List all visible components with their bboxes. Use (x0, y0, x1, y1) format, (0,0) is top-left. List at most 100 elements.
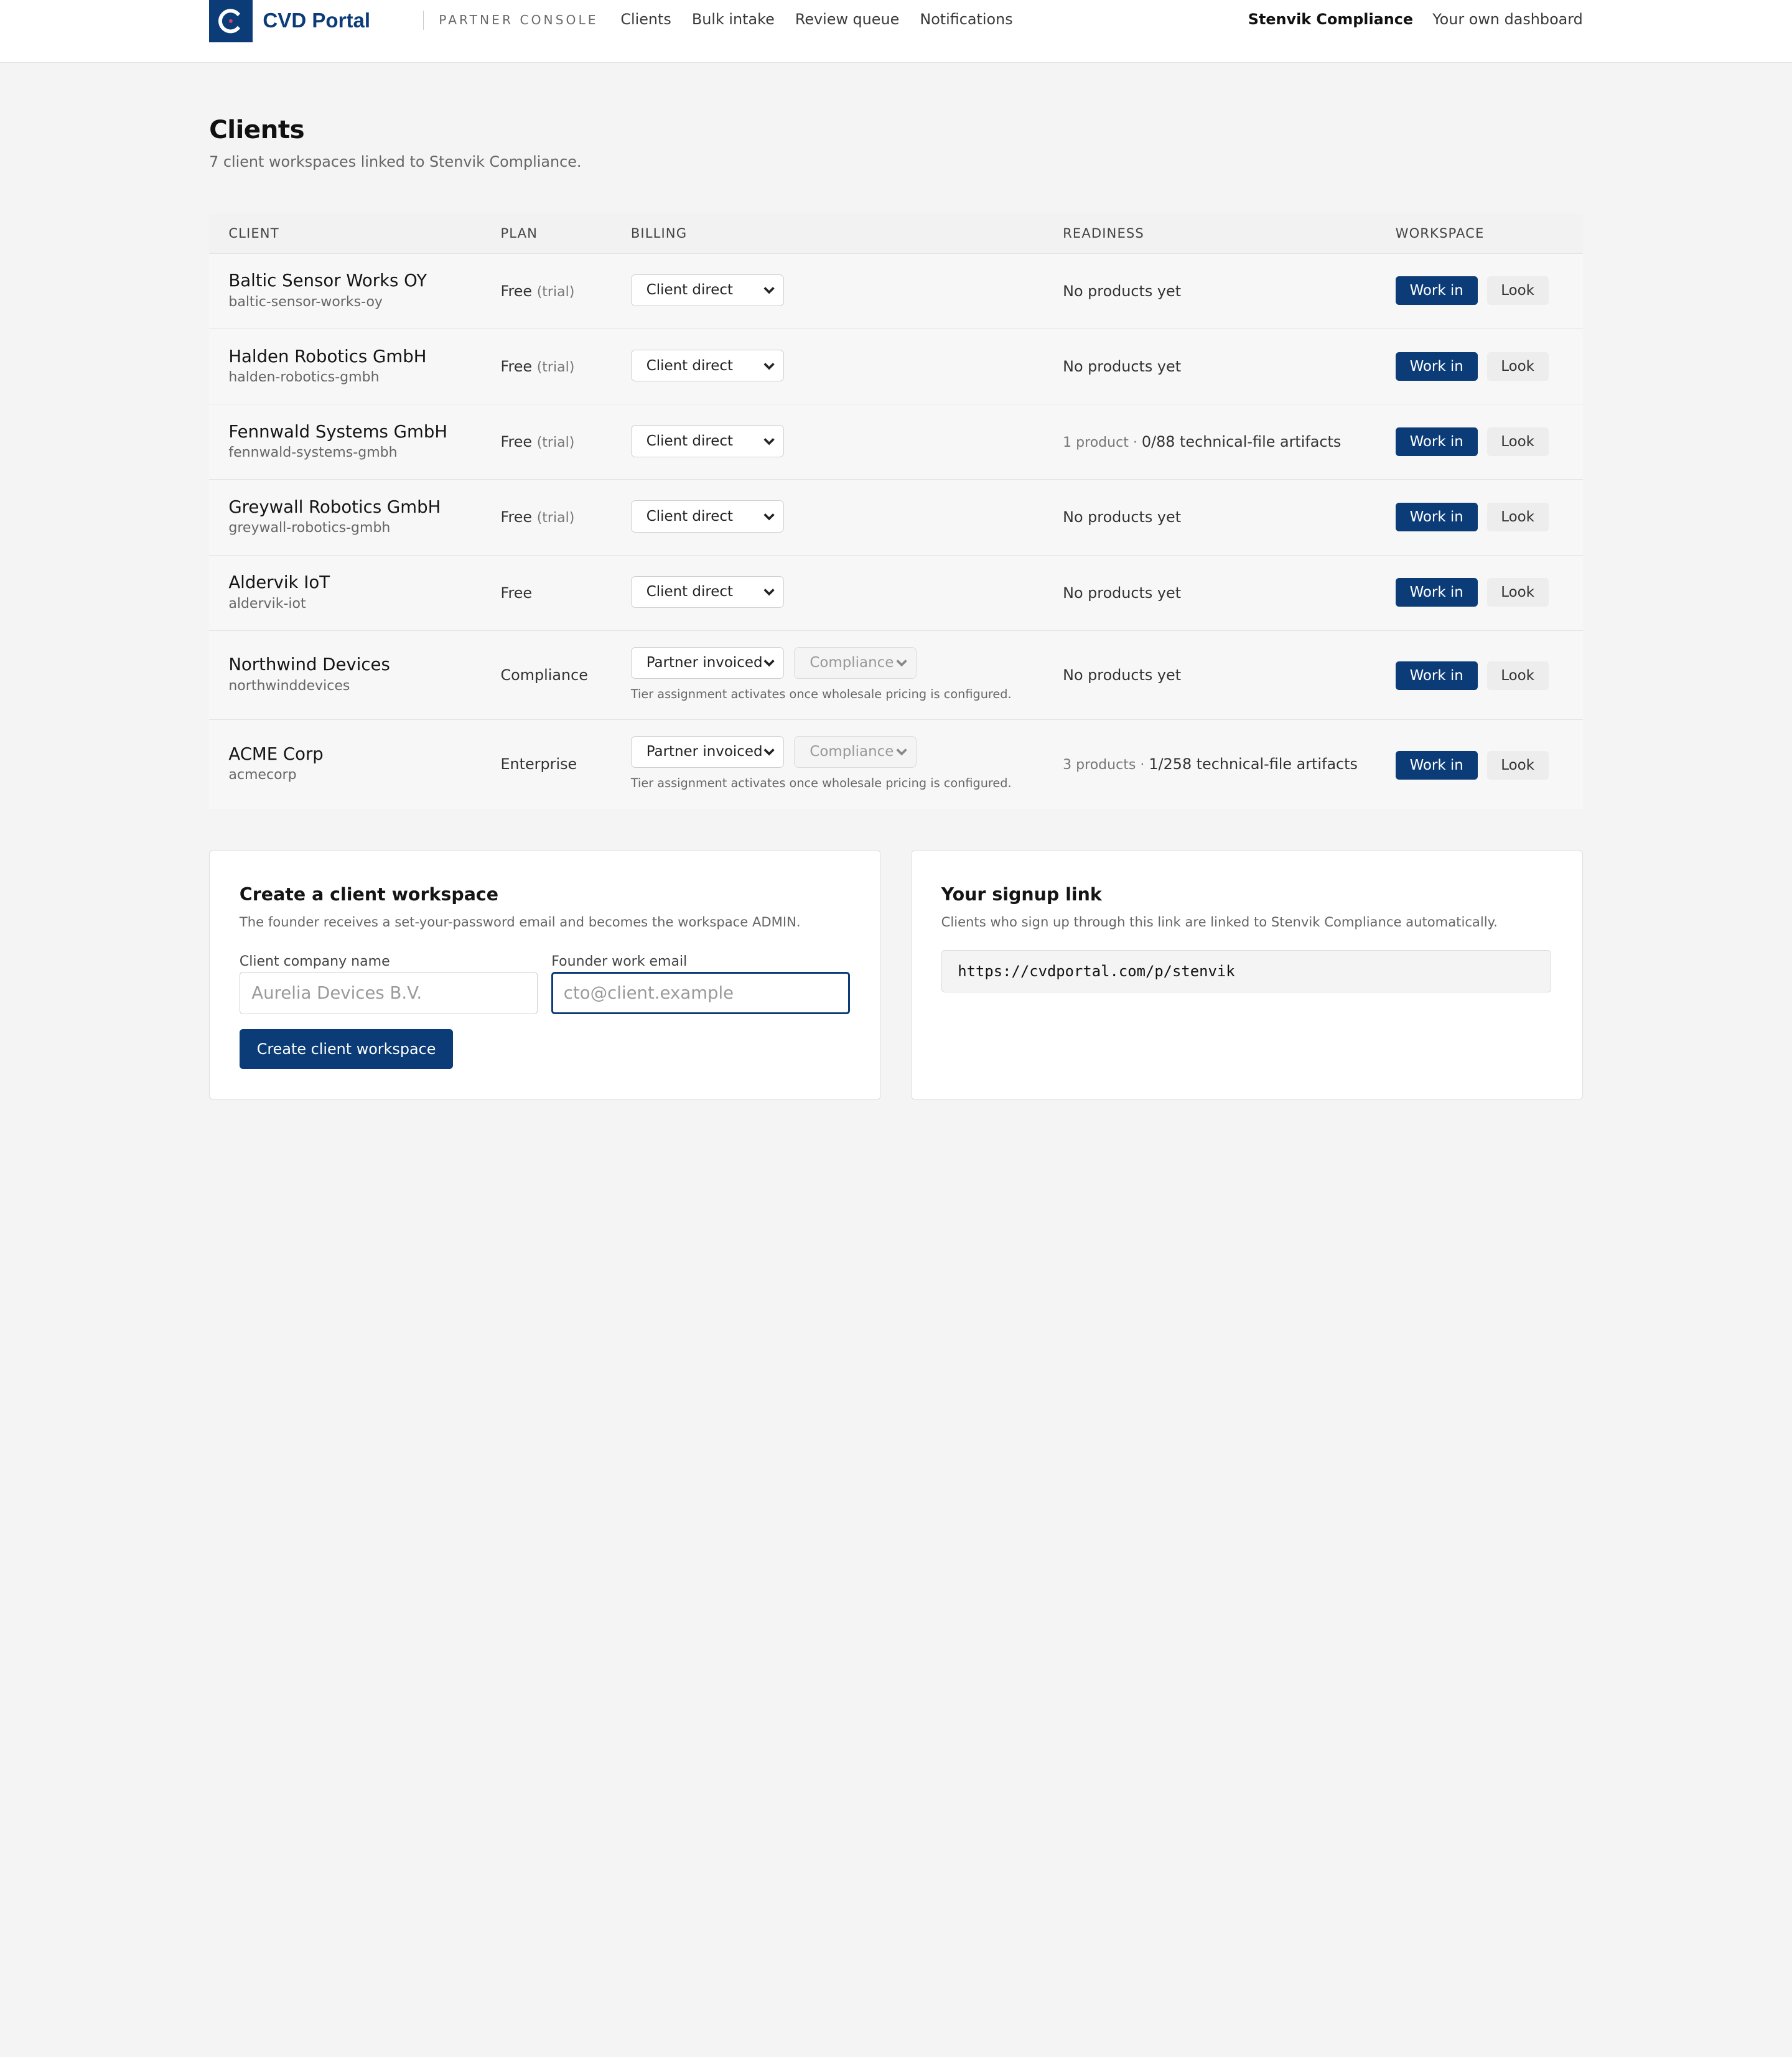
column-header-client: CLIENT (228, 225, 279, 241)
nav-review-queue[interactable]: Review queue (795, 11, 899, 28)
org-name[interactable]: Stenvik Compliance (1248, 11, 1413, 28)
nav-notifications[interactable]: Notifications (920, 11, 1012, 28)
readiness-cell: No products yet (1063, 508, 1181, 526)
brand-logo[interactable]: CVD Portal (209, 0, 370, 42)
billing-cell: Client direct (630, 500, 784, 533)
billing-select[interactable]: Client direct (630, 425, 784, 457)
plan-note: (trial) (536, 510, 575, 526)
signup-link-field[interactable]: https://cvdportal.com/p/stenvik (941, 950, 1552, 993)
readiness-cell: 3 products · 1/258 technical-file artifa… (1063, 755, 1358, 773)
plan-name: Free (500, 508, 533, 526)
workspace-cell: Work in Look (1395, 578, 1549, 607)
client-name: Fennwald Systems GmbH (228, 421, 448, 442)
client-name: Northwind Devices (228, 655, 390, 675)
create-workspace-button[interactable]: Create client workspace (239, 1029, 454, 1070)
look-button[interactable]: Look (1486, 276, 1549, 306)
signup-link-title: Your signup link (941, 884, 1102, 905)
readiness-status: No products yet (1063, 282, 1182, 300)
main-nav: Clients Bulk intake Review queue Notific… (620, 11, 1012, 28)
plan-cell: Free (trial) (500, 358, 574, 375)
nav-clients[interactable]: Clients (620, 11, 671, 28)
billing-select[interactable]: Client direct (630, 274, 784, 307)
look-button[interactable]: Look (1486, 427, 1549, 456)
work-in-button[interactable]: Work in (1395, 503, 1478, 532)
look-button[interactable]: Look (1486, 750, 1549, 780)
plan-name: Compliance (500, 666, 588, 684)
company-name-label: Client company name (239, 953, 390, 969)
billing-select-value: Client direct (646, 357, 733, 374)
tier-note: Tier assignment activates once wholesale… (630, 686, 1012, 701)
readiness-status: No products yet (1063, 584, 1182, 602)
work-in-button[interactable]: Work in (1395, 427, 1478, 456)
table-row: Aldervik IoT aldervik-iot Free Client di… (209, 556, 1583, 631)
table-row: Baltic Sensor Works OY baltic-sensor-wor… (209, 254, 1583, 329)
billing-select[interactable]: Client direct (630, 576, 784, 609)
billing-select-value: Client direct (646, 584, 733, 600)
tier-select: Compliance (794, 646, 917, 679)
client-cell: Greywall Robotics GmbH greywall-robotics… (228, 497, 441, 536)
client-slug: fennwald-systems-gmbh (228, 445, 398, 461)
cvd-logo-icon (209, 0, 253, 42)
billing-select-value: Partner invoiced (646, 744, 763, 760)
plan-cell: Free (trial) (500, 282, 574, 300)
client-slug: greywall-robotics-gmbh (228, 520, 391, 536)
readiness-cell: No products yet (1063, 666, 1181, 684)
readiness-status: 1/258 technical-file artifacts (1149, 755, 1358, 773)
client-cell: Fennwald Systems GmbH fennwald-systems-g… (228, 422, 447, 461)
plan-note: (trial) (536, 435, 575, 451)
billing-cell: Client direct (630, 425, 784, 457)
tier-select-value: Compliance (810, 744, 894, 760)
chevron-down-icon (763, 513, 775, 521)
billing-select[interactable]: Partner invoiced (630, 735, 784, 768)
look-button[interactable]: Look (1486, 661, 1549, 691)
readiness-status: No products yet (1063, 508, 1182, 526)
table-row: Northwind Devices northwinddevices Compl… (209, 631, 1583, 721)
client-slug: northwinddevices (228, 678, 350, 694)
billing-cell: Client direct (630, 576, 784, 609)
billing-select[interactable]: Partner invoiced (630, 646, 784, 679)
table-row: ACME Corp acmecorp Enterprise Partner in… (209, 720, 1583, 809)
work-in-button[interactable]: Work in (1395, 750, 1478, 780)
create-workspace-description: The founder receives a set-your-password… (239, 913, 801, 930)
client-name: Aldervik IoT (228, 572, 330, 593)
billing-select-value: Partner invoiced (646, 655, 763, 671)
client-slug: halden-robotics-gmbh (228, 370, 380, 385)
own-dashboard-link[interactable]: Your own dashboard (1432, 11, 1583, 28)
readiness-status: 0/88 technical-file artifacts (1141, 433, 1342, 451)
billing-select-value: Client direct (646, 282, 733, 299)
page: CVD Portal PARTNER CONSOLE Clients Bulk … (0, 0, 1792, 1120)
client-name: Greywall Robotics GmbH (228, 497, 441, 517)
plan-name: Enterprise (500, 755, 577, 773)
readiness-cell: No products yet (1063, 358, 1181, 375)
work-in-button[interactable]: Work in (1395, 276, 1478, 306)
plan-cell: Compliance (500, 666, 587, 684)
plan-name: Free (500, 282, 533, 300)
look-button[interactable]: Look (1486, 578, 1549, 607)
plan-name: Free (500, 433, 533, 451)
work-in-button[interactable]: Work in (1395, 578, 1478, 607)
column-header-workspace: WORKSPACE (1395, 225, 1485, 241)
readiness-products: 3 products · (1063, 757, 1149, 773)
billing-select[interactable]: Client direct (630, 350, 784, 382)
client-slug: aldervik-iot (228, 595, 306, 612)
plan-cell: Free (trial) (500, 433, 574, 450)
client-cell: Aldervik IoT aldervik-iot (228, 572, 330, 612)
clients-table: CLIENT PLAN BILLING READINESS WORKSPACE … (209, 212, 1583, 809)
founder-email-input[interactable]: cto@client.example (551, 972, 850, 1015)
billing-cell: Client direct (630, 350, 784, 382)
look-button[interactable]: Look (1486, 503, 1549, 532)
company-name-placeholder: Aurelia Devices B.V. (251, 983, 422, 1004)
chevron-down-icon (896, 660, 907, 667)
billing-select[interactable]: Client direct (630, 500, 784, 533)
founder-email-placeholder: cto@client.example (563, 983, 734, 1004)
company-name-input[interactable]: Aurelia Devices B.V. (239, 972, 538, 1015)
work-in-button[interactable]: Work in (1395, 352, 1478, 381)
work-in-button[interactable]: Work in (1395, 661, 1478, 691)
signup-link-card: Your signup link Clients who sign up thr… (910, 850, 1583, 1099)
client-name: ACME Corp (228, 744, 324, 764)
console-label: PARTNER CONSOLE (439, 12, 599, 28)
look-button[interactable]: Look (1486, 352, 1549, 381)
workspace-cell: Work in Look (1395, 427, 1549, 456)
billing-cell: Client direct (630, 274, 784, 307)
nav-bulk-intake[interactable]: Bulk intake (692, 11, 775, 28)
